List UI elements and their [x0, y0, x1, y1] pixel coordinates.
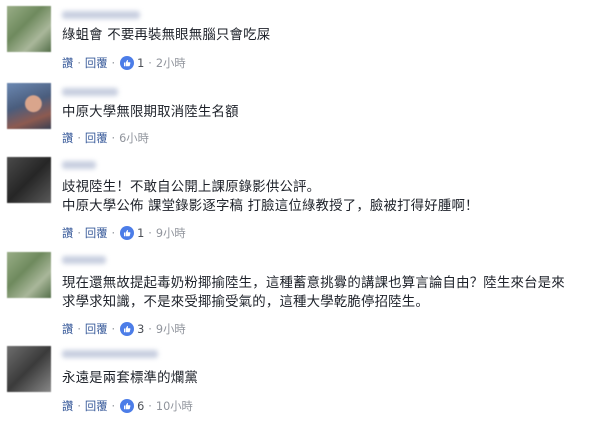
avatar[interactable] [7, 157, 51, 203]
avatar[interactable] [7, 252, 51, 298]
avatar[interactable] [7, 346, 51, 392]
comment-actions: 讚 · 回覆 · 6小時 [62, 130, 149, 146]
comment-actions: 讚 · 回覆 · 3 · 9小時 [62, 321, 186, 337]
avatar[interactable] [7, 6, 51, 52]
separator: · [111, 56, 116, 70]
separator: · [77, 131, 81, 145]
thumbs-up-icon[interactable] [120, 56, 135, 70]
separator: · [77, 322, 81, 336]
like-link[interactable]: 讚 [62, 321, 73, 337]
comment-line: 中原大學公佈 課堂錄影逐字稿 打臉這位綠教授了，臉被打得好腫啊！ [62, 199, 479, 214]
separator: · [111, 226, 116, 240]
reply-link[interactable]: 回覆 [85, 225, 108, 241]
separator: · [148, 322, 152, 336]
like-link[interactable]: 讚 [62, 130, 73, 146]
avatar[interactable] [7, 83, 51, 129]
commenter-name-redacted[interactable] [62, 256, 106, 264]
reply-link[interactable]: 回覆 [85, 55, 108, 71]
separator: · [148, 399, 152, 413]
like-count: 6 [137, 399, 145, 413]
separator: · [77, 56, 81, 70]
reply-link[interactable]: 回覆 [85, 321, 108, 337]
thumbs-up-icon[interactable] [120, 399, 135, 413]
like-link[interactable]: 讚 [62, 225, 73, 241]
comment-text: 永遠是兩套標準的爛黨 [62, 371, 198, 386]
timestamp[interactable]: 6小時 [119, 130, 149, 146]
like-count: 3 [137, 322, 145, 336]
comment-text: 歧視陸生！不敢自公開上課原錄影供公評。 中原大學公佈 課堂錄影逐字稿 打臉這位綠… [62, 178, 479, 216]
timestamp[interactable]: 2小時 [156, 55, 186, 71]
comment-line: 歧視陸生！不敢自公開上課原錄影供公評。 [62, 180, 321, 195]
comment-line: 求學求知識，不是來受揶揄受氣的，這種大學乾脆停招陸生。 [62, 295, 429, 310]
comment-line: 現在還無故提起毒奶粉揶揄陸生，這種蓄意挑釁的講課也算言論自由？陸生來台是來 [62, 276, 565, 291]
comment-text: 現在還無故提起毒奶粉揶揄陸生，這種蓄意挑釁的講課也算言論自由？陸生來台是來 求學… [62, 274, 565, 312]
comment-actions: 讚 · 回覆 · 6 · 10小時 [62, 398, 193, 414]
like-link[interactable]: 讚 [62, 55, 73, 71]
separator: · [111, 322, 116, 336]
separator: · [111, 131, 116, 145]
reply-link[interactable]: 回覆 [85, 398, 108, 414]
thumbs-up-icon[interactable] [120, 322, 135, 336]
like-count: 1 [137, 226, 145, 240]
like-count: 1 [137, 56, 145, 70]
timestamp[interactable]: 10小時 [156, 398, 193, 414]
commenter-name-redacted[interactable] [62, 88, 118, 96]
commenter-name-redacted[interactable] [62, 350, 158, 358]
like-link[interactable]: 讚 [62, 398, 73, 414]
commenter-name-redacted[interactable] [62, 11, 140, 19]
thumbs-up-icon[interactable] [120, 226, 135, 240]
comment-text: 中原大學無限期取消陸生名額 [62, 105, 239, 120]
comment-text: 綠蛆會 不要再裝無眼無腦只會吃屎 [62, 28, 271, 43]
timestamp[interactable]: 9小時 [156, 225, 186, 241]
reply-link[interactable]: 回覆 [85, 130, 108, 146]
separator: · [77, 399, 81, 413]
separator: · [77, 226, 81, 240]
separator: · [148, 226, 152, 240]
separator: · [148, 56, 152, 70]
separator: · [111, 399, 116, 413]
commenter-name-redacted[interactable] [62, 161, 96, 169]
comment-actions: 讚 · 回覆 · 1 · 2小時 [62, 55, 186, 71]
comment-actions: 讚 · 回覆 · 1 · 9小時 [62, 225, 186, 241]
timestamp[interactable]: 9小時 [156, 321, 186, 337]
